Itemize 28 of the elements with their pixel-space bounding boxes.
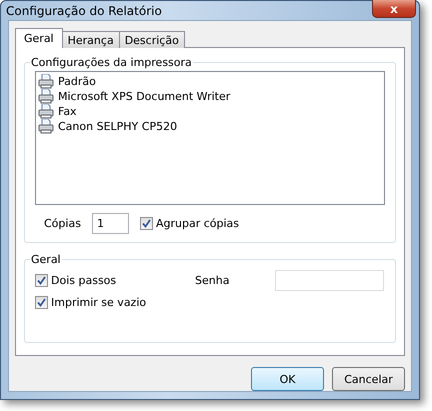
password-field[interactable]: [275, 270, 384, 291]
copies-label: Cópias: [44, 217, 82, 230]
checkbox-label: Agrupar cópias: [156, 217, 240, 230]
printer-icon: [38, 89, 54, 104]
group-title: Configurações da impressora: [30, 56, 193, 69]
window-title: Configuração do Relatório: [6, 4, 162, 18]
checkbox[interactable]: [140, 217, 153, 230]
checkbox-label: Dois passos: [51, 274, 116, 287]
checkbox[interactable]: [35, 274, 48, 287]
close-button[interactable]: x: [372, 0, 416, 18]
tab[interactable]: Herança: [62, 31, 120, 48]
printer-icon: [38, 74, 54, 89]
dialog-button[interactable]: Cancelar: [332, 367, 405, 391]
printer-item[interactable]: Padrão: [58, 75, 96, 88]
copies-field[interactable]: 1: [92, 213, 129, 234]
printer-item[interactable]: Microsoft XPS Document Writer: [58, 90, 230, 103]
printer-icon: [38, 119, 54, 134]
checkbox[interactable]: [35, 296, 48, 309]
printer-icon: [38, 104, 54, 119]
printer-list[interactable]: Padrão Microsoft XPS Document Writer Fax Canon SELPHY CP520: [35, 71, 385, 205]
tab[interactable]: Descrição: [118, 31, 185, 48]
tab[interactable]: Geral: [15, 28, 63, 48]
printer-item[interactable]: Canon SELPHY CP520: [58, 120, 178, 133]
checkbox-label: Imprimir se vazio: [51, 296, 146, 309]
group-title: Geral: [30, 253, 62, 266]
dialog-button[interactable]: OK: [251, 367, 324, 391]
password-label: Senha: [195, 274, 230, 287]
printer-item[interactable]: Fax: [58, 105, 77, 118]
